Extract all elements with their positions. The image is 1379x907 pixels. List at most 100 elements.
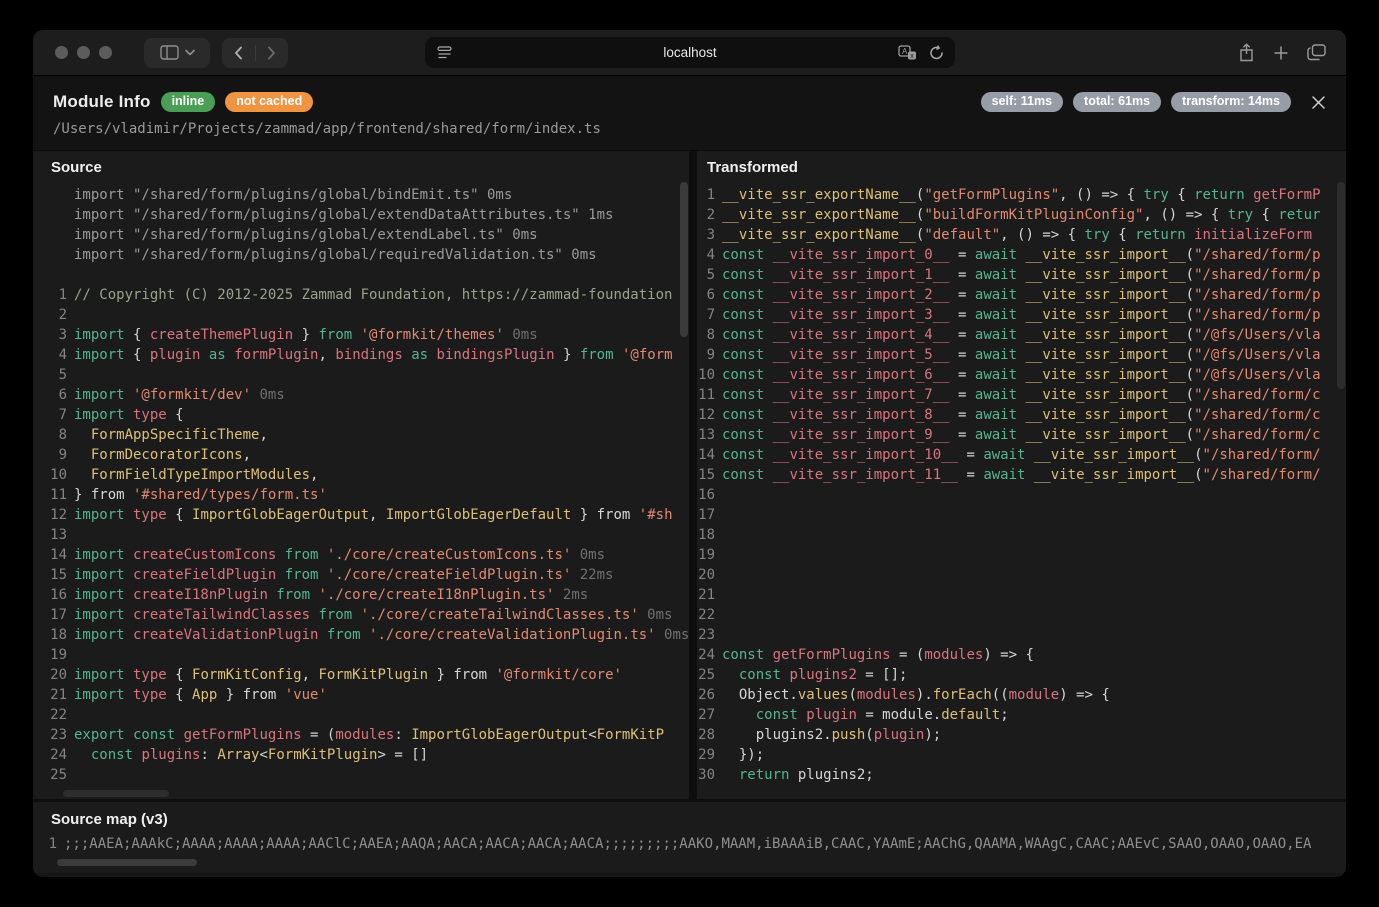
line-number: 13 xyxy=(697,425,715,445)
code-line: 27 const plugin = module.default; xyxy=(697,705,1346,725)
code-line: 8const __vite_ssr_import_4__ = await __v… xyxy=(697,325,1346,345)
url-text: localhost xyxy=(425,45,955,60)
code-line: 3__vite_ssr_exportName__("default", () =… xyxy=(697,225,1346,245)
code-line: 19 xyxy=(33,645,689,665)
line-number: 8 xyxy=(697,325,715,345)
code-line: 16 xyxy=(697,485,1346,505)
code-line: 25 xyxy=(33,765,689,785)
line-number: 12 xyxy=(33,505,67,525)
line-number: 26 xyxy=(697,685,715,705)
code-line: 2 xyxy=(33,305,689,325)
code-line: 24const getFormPlugins = (modules) => { xyxy=(697,645,1346,665)
line-number: 28 xyxy=(697,725,715,745)
close-icon xyxy=(1311,95,1326,110)
sidebar-icon xyxy=(160,45,179,60)
line-number: 25 xyxy=(697,665,715,685)
close-window-button[interactable] xyxy=(55,46,68,59)
translate-button[interactable]: Ax xyxy=(898,45,917,60)
code-line: 12import type { ImportGlobEagerOutput, I… xyxy=(33,505,689,525)
code-line: 5const __vite_ssr_import_1__ = await __v… xyxy=(697,265,1346,285)
line-number: 4 xyxy=(697,245,715,265)
line-number: 10 xyxy=(697,365,715,385)
line-number: 1 xyxy=(697,185,715,205)
source-horizontal-scrollbar[interactable] xyxy=(63,790,169,797)
code-line: 22 xyxy=(697,605,1346,625)
code-line: 17 xyxy=(697,505,1346,525)
svg-text:A: A xyxy=(902,47,908,56)
code-line: 4const __vite_ssr_import_0__ = await __v… xyxy=(697,245,1346,265)
line-number: 14 xyxy=(33,545,67,565)
code-line: 1;;;AAEA;AAAkC;AAAA;AAAA;AAAA;AAClC;AAEA… xyxy=(33,834,1346,854)
code-line: 11const __vite_ssr_import_7__ = await __… xyxy=(697,385,1346,405)
code-line: 13 xyxy=(33,525,689,545)
code-line: 21 xyxy=(697,585,1346,605)
line-number: 25 xyxy=(33,765,67,785)
transformed-vertical-scrollbar[interactable] xyxy=(1337,182,1345,389)
line-number: 1 xyxy=(33,285,67,305)
timing-total-badge: total: 61ms xyxy=(1073,92,1161,112)
code-line: import "/shared/form/plugins/global/bind… xyxy=(33,185,689,205)
line-number xyxy=(33,205,67,225)
svg-text:x: x xyxy=(910,53,914,60)
zoom-window-button[interactable] xyxy=(99,46,112,59)
code-line: import "/shared/form/plugins/global/exte… xyxy=(33,225,689,245)
line-number: 1 xyxy=(33,834,57,854)
line-number: 16 xyxy=(33,585,67,605)
code-line: 1// Copyright (C) 2012-2025 Zammad Found… xyxy=(33,285,689,305)
code-line: 20import type { FormKitConfig, FormKitPl… xyxy=(33,665,689,685)
code-line: 14import createCustomIcons from './core/… xyxy=(33,545,689,565)
line-number: 24 xyxy=(33,745,67,765)
close-button[interactable] xyxy=(1311,95,1326,110)
code-line: 11} from '#shared/types/form.ts' xyxy=(33,485,689,505)
code-line: 18 xyxy=(697,525,1346,545)
line-number: 5 xyxy=(33,365,67,385)
new-tab-button[interactable] xyxy=(1273,45,1289,61)
line-number: 20 xyxy=(33,665,67,685)
share-icon xyxy=(1238,43,1255,62)
code-line: 13const __vite_ssr_import_9__ = await __… xyxy=(697,425,1346,445)
transformed-panel-title: Transformed xyxy=(697,151,1346,181)
share-button[interactable] xyxy=(1238,43,1255,62)
line-number: 15 xyxy=(33,565,67,585)
code-line: 6const __vite_ssr_import_2__ = await __v… xyxy=(697,285,1346,305)
line-number: 5 xyxy=(697,265,715,285)
code-line: 18import createValidationPlugin from './… xyxy=(33,625,689,645)
address-bar[interactable]: localhost Ax xyxy=(425,37,955,68)
timing-self-badge: self: 11ms xyxy=(981,92,1063,112)
forward-button[interactable] xyxy=(256,38,288,68)
line-number xyxy=(33,265,67,285)
reader-button[interactable] xyxy=(437,46,452,59)
line-number: 18 xyxy=(697,525,715,545)
code-line: 3import { createThemePlugin } from '@for… xyxy=(33,325,689,345)
sourcemap-code-area: 1;;;AAEA;AAAkC;AAAA;AAAA;AAAA;AAClC;AAEA… xyxy=(33,834,1346,868)
line-number: 10 xyxy=(33,465,67,485)
line-number: 30 xyxy=(697,765,715,785)
line-number: 16 xyxy=(697,485,715,505)
browser-titlebar: localhost Ax xyxy=(33,30,1346,76)
code-line: 24 const plugins: Array<FormKitPlugin> =… xyxy=(33,745,689,765)
line-number: 4 xyxy=(33,345,67,365)
code-line: 28 plugins2.push(plugin); xyxy=(697,725,1346,745)
code-line: 8 FormAppSpecificTheme, xyxy=(33,425,689,445)
plus-icon xyxy=(1273,45,1289,61)
code-line: 29 }); xyxy=(697,745,1346,765)
source-vertical-scrollbar[interactable] xyxy=(680,182,688,337)
minimize-window-button[interactable] xyxy=(77,46,90,59)
line-number: 17 xyxy=(33,605,67,625)
sidebar-toggle-button[interactable] xyxy=(144,38,210,68)
transformed-code-area: 1__vite_ssr_exportName__("getFormPlugins… xyxy=(697,181,1346,799)
line-number: 19 xyxy=(697,545,715,565)
code-line: 14const __vite_ssr_import_10__ = await _… xyxy=(697,445,1346,465)
tabs-overview-button[interactable] xyxy=(1307,44,1326,61)
line-number: 7 xyxy=(33,405,67,425)
line-number: 9 xyxy=(33,445,67,465)
line-number: 17 xyxy=(697,505,715,525)
code-line: 9const __vite_ssr_import_5__ = await __v… xyxy=(697,345,1346,365)
reload-button[interactable] xyxy=(929,45,944,61)
code-line: import "/shared/form/plugins/global/exte… xyxy=(33,205,689,225)
sourcemap-horizontal-scrollbar[interactable] xyxy=(57,859,197,866)
line-number: 12 xyxy=(697,405,715,425)
line-number: 11 xyxy=(33,485,67,505)
back-button[interactable] xyxy=(223,38,255,68)
nav-buttons xyxy=(222,38,288,68)
